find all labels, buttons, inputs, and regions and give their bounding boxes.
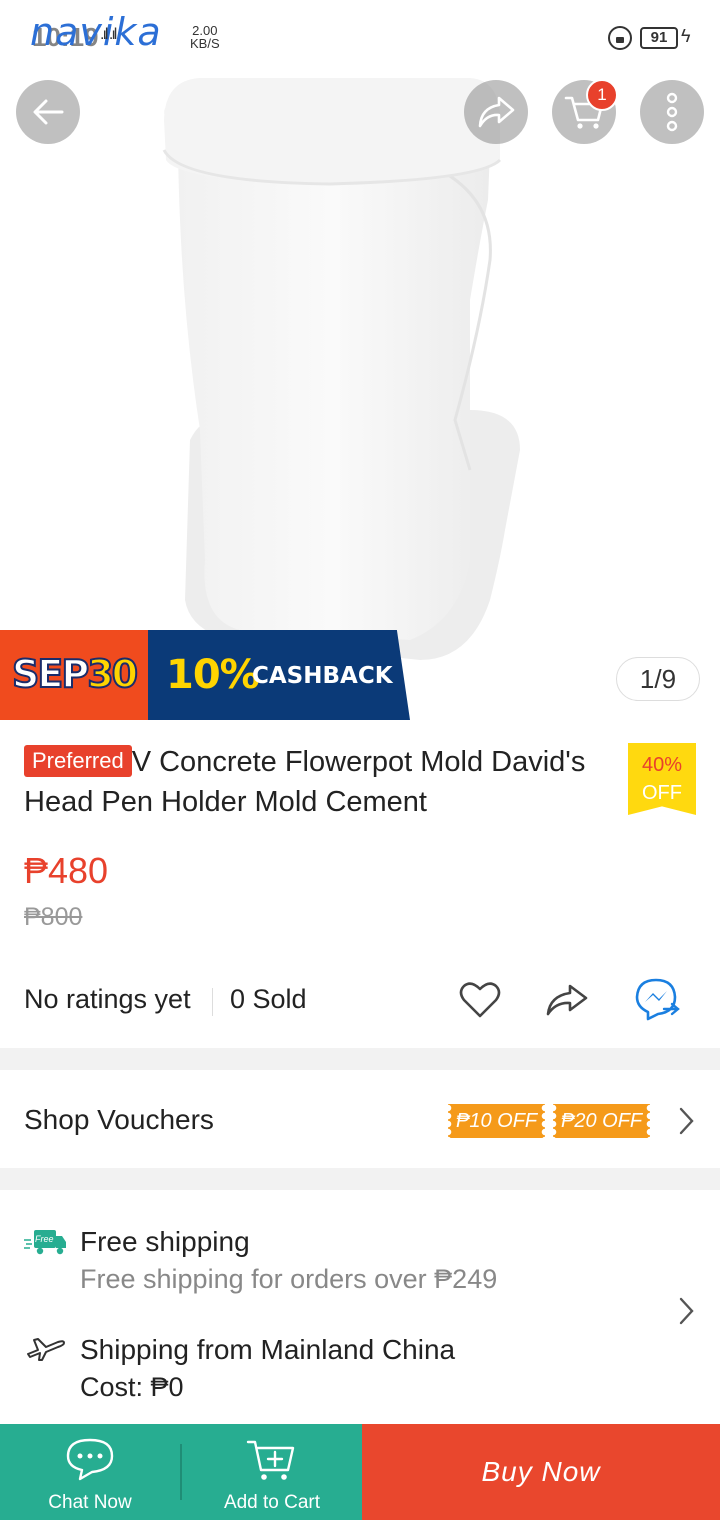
net-speed: 2.00 KB/S: [190, 24, 220, 50]
ratings-text[interactable]: No ratings yet: [24, 984, 191, 1015]
sold-count: 0 Sold: [230, 984, 307, 1014]
net-speed-unit: KB/S: [190, 36, 220, 51]
chat-bubble-icon: [66, 1438, 114, 1481]
signal-icon: .ıl .ıl: [100, 26, 117, 43]
brand-watermark: navika: [30, 10, 162, 54]
product-title-area: Preferred V Concrete Flowerpot Mold David…: [24, 742, 614, 822]
chevron-right-icon: [679, 1297, 694, 1325]
shipping-cost: Cost: ₱0: [80, 1372, 184, 1402]
buy-now-button[interactable]: Buy Now: [362, 1424, 720, 1520]
promo-date-num: 30: [86, 651, 139, 697]
shop-vouchers-label: Shop Vouchers: [24, 1104, 214, 1135]
voucher-tag[interactable]: ₱20 OFF: [553, 1104, 651, 1138]
add-to-cart-label: Add to Cart: [223, 1492, 321, 1513]
cart-count-badge: 1: [586, 79, 618, 111]
section-gap: [0, 1168, 720, 1190]
shipping-section[interactable]: Free Free shipping Free shipping for ord…: [0, 1190, 720, 1424]
shop-vouchers-row[interactable]: Shop Vouchers ₱10 OFF ₱20 OFF: [0, 1072, 720, 1168]
free-shipping-subtitle: Free shipping for orders over ₱249: [80, 1264, 498, 1294]
add-to-cart-button[interactable]: Add to Cart: [182, 1424, 362, 1520]
chevron-right-icon: [679, 1107, 694, 1135]
free-shipping-title: Free shipping: [80, 1226, 250, 1257]
messenger-icon[interactable]: [632, 976, 682, 1024]
preferred-badge: Preferred: [24, 745, 132, 777]
more-vertical-icon: [666, 92, 678, 132]
chat-now-button[interactable]: Chat Now: [0, 1424, 180, 1520]
chat-now-label: Chat Now: [48, 1492, 132, 1513]
more-options-button[interactable]: [640, 80, 704, 144]
rotation-lock-icon: [608, 26, 632, 50]
share-button[interactable]: [464, 80, 528, 144]
promo-date-prefix: SEP: [11, 651, 90, 697]
current-price: ₱480: [24, 850, 109, 891]
free-badge-text: Free: [35, 1234, 54, 1244]
shipping-from-title: Shipping from Mainland China: [80, 1334, 456, 1365]
arrow-left-icon: [33, 99, 64, 125]
share-icon: [478, 96, 515, 128]
promo-cashback-pct: 10%: [166, 652, 260, 698]
section-gap: [0, 1048, 720, 1070]
promo-banner[interactable]: SEP30 10% CASHBACK: [0, 630, 410, 720]
share-product-icon[interactable]: [542, 976, 592, 1024]
back-button[interactable]: [16, 80, 80, 144]
discount-pct: 40%: [641, 754, 683, 776]
discount-badge: 40% OFF: [628, 743, 696, 815]
charging-icon: ϟ: [681, 26, 691, 46]
product-image-gallery[interactable]: 10:19 navika .ıl .ıl 2.00 KB/S 91 ϟ 1 SE…: [0, 0, 720, 720]
product-title: Preferred V Concrete Flowerpot Mold David…: [24, 742, 614, 822]
add-to-cart-icon: [246, 1440, 295, 1480]
image-counter: 1/9: [616, 657, 700, 701]
discount-off: OFF: [642, 782, 682, 804]
free-shipping-truck-icon: Free: [24, 1230, 66, 1255]
battery-icon: 91: [640, 27, 678, 49]
voucher-tag[interactable]: ₱10 OFF: [448, 1104, 546, 1138]
airplane-icon: [27, 1338, 65, 1361]
divider: [212, 988, 213, 1016]
rating-row: No ratings yet 0 Sold: [24, 978, 700, 1021]
heart-icon[interactable]: [456, 976, 504, 1024]
status-bar: 10:19 navika .ıl .ıl 2.00 KB/S 91 ϟ: [0, 0, 720, 70]
original-price: ₱800: [24, 903, 83, 931]
promo-date: SEP30: [11, 651, 139, 697]
bottom-action-bar: Chat Now Add to Cart Buy Now: [0, 1424, 720, 1520]
promo-cashback-label: CASHBACK: [252, 663, 393, 689]
